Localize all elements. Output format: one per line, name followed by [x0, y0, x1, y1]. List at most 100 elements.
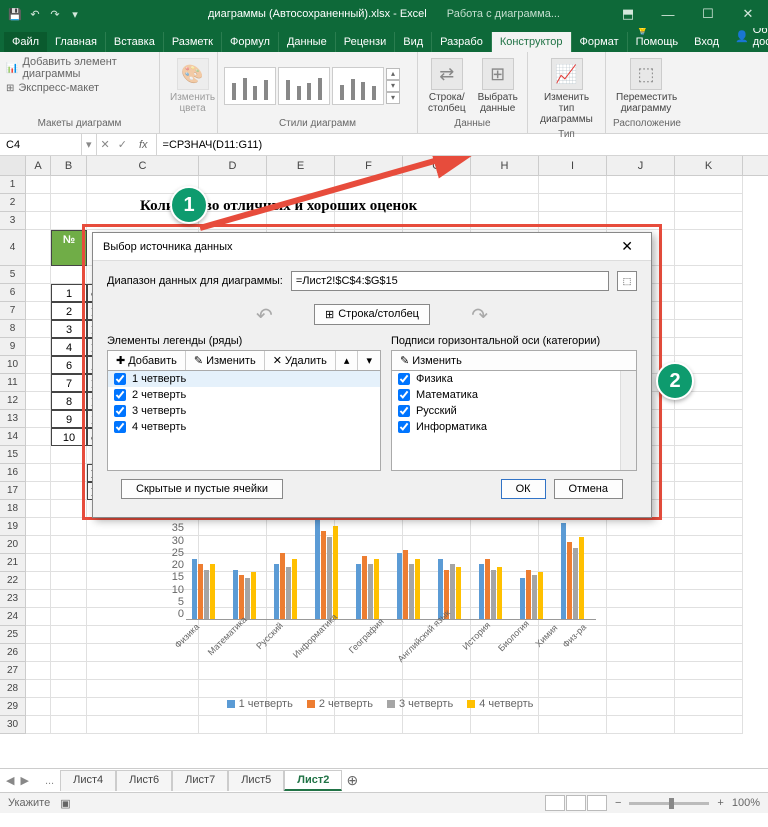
row-header[interactable]: 19: [0, 518, 26, 536]
cell[interactable]: [51, 644, 87, 662]
range-picker-icon[interactable]: ⬚: [617, 271, 637, 291]
cell[interactable]: 8: [51, 392, 87, 410]
cell[interactable]: №: [51, 230, 87, 266]
express-layout-button[interactable]: ⊞ Экспресс-макет: [6, 82, 99, 94]
row-header[interactable]: 11: [0, 374, 26, 392]
select-all-corner[interactable]: [0, 156, 26, 175]
cell[interactable]: [51, 554, 87, 572]
cell[interactable]: [26, 284, 51, 302]
chart-styles-gallery[interactable]: ▴▾▾: [224, 56, 411, 116]
row-header[interactable]: 26: [0, 644, 26, 662]
series-item[interactable]: 1 четверть: [108, 371, 380, 387]
cell[interactable]: [51, 626, 87, 644]
category-checkbox[interactable]: [398, 389, 410, 401]
accept-formula-icon[interactable]: ✓: [118, 138, 127, 151]
cell[interactable]: [51, 662, 87, 680]
cell[interactable]: 4: [51, 338, 87, 356]
cell[interactable]: [26, 482, 51, 500]
maximize-icon[interactable]: ☐: [688, 0, 728, 28]
cancel-button[interactable]: Отмена: [554, 479, 623, 499]
cell[interactable]: [26, 230, 51, 266]
row-header[interactable]: 14: [0, 428, 26, 446]
redo-icon[interactable]: ↷: [48, 7, 62, 21]
cell[interactable]: [607, 590, 675, 608]
cell[interactable]: [26, 212, 51, 230]
cell[interactable]: [607, 176, 675, 194]
cell[interactable]: [675, 644, 743, 662]
cell[interactable]: [26, 716, 51, 734]
cell[interactable]: [26, 266, 51, 284]
cancel-formula-icon[interactable]: ✕: [101, 138, 110, 151]
row-header[interactable]: 28: [0, 680, 26, 698]
tab-formulas[interactable]: Формул: [222, 32, 279, 52]
cell[interactable]: [26, 410, 51, 428]
row-header[interactable]: 8: [0, 320, 26, 338]
cell[interactable]: [26, 392, 51, 410]
move-chart-button[interactable]: ⬚Переместить диаграмму: [612, 56, 680, 116]
tab-design[interactable]: Конструктор: [492, 32, 572, 52]
cell[interactable]: [51, 680, 87, 698]
move-down-icon[interactable]: ▾: [358, 351, 380, 370]
category-checkbox[interactable]: [398, 421, 410, 433]
cell[interactable]: [26, 680, 51, 698]
column-header[interactable]: J: [607, 156, 675, 175]
cell[interactable]: [335, 716, 403, 734]
cell[interactable]: [607, 554, 675, 572]
cell[interactable]: [51, 176, 87, 194]
cell[interactable]: [675, 554, 743, 572]
series-checkbox[interactable]: [114, 421, 126, 433]
row-header[interactable]: 27: [0, 662, 26, 680]
name-box[interactable]: C4: [0, 134, 82, 155]
cell[interactable]: [26, 536, 51, 554]
cell[interactable]: [26, 302, 51, 320]
row-header[interactable]: 2: [0, 194, 26, 212]
sheet-tab[interactable]: Лист5: [228, 770, 284, 791]
add-series-button[interactable]: ✚ Добавить: [108, 351, 186, 370]
cell[interactable]: [51, 482, 87, 500]
tab-format[interactable]: Формат: [572, 32, 628, 52]
formula-input[interactable]: =СРЗНАЧ(D11:G11): [157, 139, 768, 151]
cell[interactable]: [51, 194, 87, 212]
switch-row-col-button[interactable]: ⊞ Строка/столбец: [314, 304, 430, 325]
cell[interactable]: [26, 374, 51, 392]
series-checkbox[interactable]: [114, 405, 126, 417]
cell[interactable]: [675, 284, 743, 302]
row-header[interactable]: 12: [0, 392, 26, 410]
save-icon[interactable]: 💾: [8, 7, 22, 21]
category-item[interactable]: Информатика: [392, 419, 636, 435]
cell[interactable]: [51, 212, 87, 230]
row-header[interactable]: 23: [0, 590, 26, 608]
cell[interactable]: [26, 464, 51, 482]
cell[interactable]: [26, 572, 51, 590]
cell[interactable]: [675, 716, 743, 734]
worksheet-grid[interactable]: ABCDEFGHIJK 1234№561Ф72М83Ру94Ин106Ан117…: [0, 156, 768, 768]
row-header[interactable]: 3: [0, 212, 26, 230]
category-item[interactable]: Русский: [392, 403, 636, 419]
fx-icon[interactable]: fx: [135, 139, 152, 151]
row-header[interactable]: 21: [0, 554, 26, 572]
category-checkbox[interactable]: [398, 373, 410, 385]
cell[interactable]: [26, 590, 51, 608]
cell[interactable]: [607, 662, 675, 680]
cell[interactable]: [675, 608, 743, 626]
zoom-slider[interactable]: [629, 802, 709, 805]
sheet-tab[interactable]: Лист6: [116, 770, 172, 791]
row-header[interactable]: 13: [0, 410, 26, 428]
series-item[interactable]: 2 четверть: [108, 387, 380, 403]
undo-icon[interactable]: ↶: [28, 7, 42, 21]
sheet-nav-prev-icon[interactable]: ◀: [6, 774, 14, 787]
cell[interactable]: [26, 608, 51, 626]
cell[interactable]: [26, 626, 51, 644]
cell[interactable]: [539, 176, 607, 194]
change-chart-type-button[interactable]: 📈Изменить тип диаграммы: [534, 56, 599, 127]
cell[interactable]: [675, 212, 743, 230]
column-header[interactable]: A: [26, 156, 51, 175]
row-header[interactable]: 10: [0, 356, 26, 374]
sheet-nav-next-icon[interactable]: ▶: [20, 774, 28, 787]
cell[interactable]: [87, 716, 199, 734]
cell[interactable]: [26, 176, 51, 194]
row-header[interactable]: 16: [0, 464, 26, 482]
cell[interactable]: [607, 536, 675, 554]
category-item[interactable]: Физика: [392, 371, 636, 387]
column-header[interactable]: I: [539, 156, 607, 175]
